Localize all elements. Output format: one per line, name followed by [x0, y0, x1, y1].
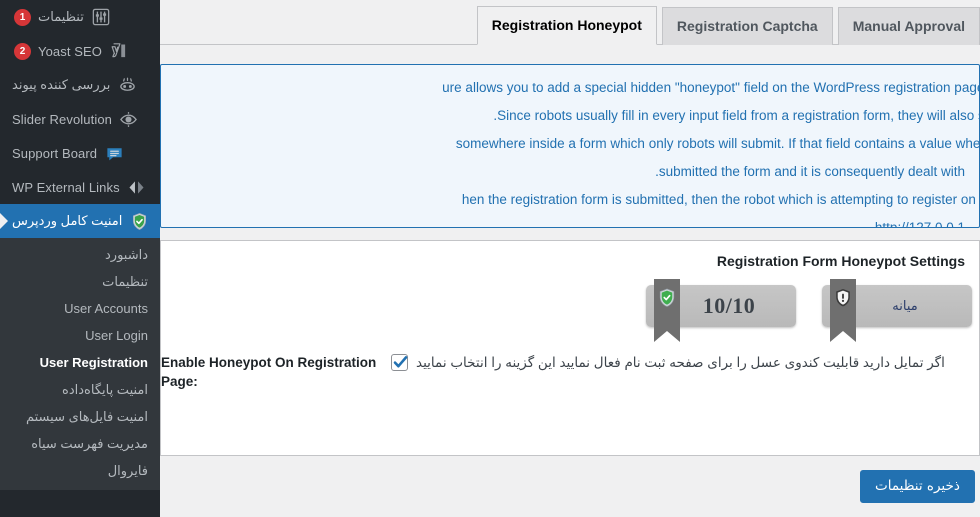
sidebar-item-label: WP External Links — [12, 179, 120, 195]
settings-sliders-icon — [91, 7, 111, 27]
sidebar-item-slider-revolution[interactable]: Slider Revolution — [0, 102, 160, 136]
enable-honeypot-field: اگر تمایل دارید قابلیت کندوی عسل را برای… — [383, 351, 965, 373]
submenu-item-user-login[interactable]: User Login — [0, 322, 160, 349]
green-shield-check-icon — [659, 288, 676, 310]
link-checker-icon — [117, 75, 137, 95]
submenu-item-settings[interactable]: تنظیمات — [0, 268, 160, 295]
sidebar-item-link-checker[interactable]: بررسی کننده پیوند — [0, 68, 160, 102]
enable-honeypot-row: Enable Honeypot On Registration Page: اگ… — [161, 327, 979, 391]
admin-sidebar: تنظیمات 1 Yoast SEO 2 بررسی کننده پیوند … — [0, 0, 160, 517]
info-notice: ure allows you to add a special hidden "… — [160, 64, 980, 228]
score-value: 10/10 — [702, 293, 756, 318]
notice-line-2: Since robots usually fill in every input… — [493, 108, 979, 123]
shield-security-icon — [129, 211, 149, 231]
score-badge: 10/10 — [646, 279, 796, 342]
tab-bar: Registration Honeypot Registration Captc… — [160, 0, 980, 45]
yoast-icon — [109, 41, 129, 61]
level-value: میانه — [892, 298, 918, 314]
enable-honeypot-description: اگر تمایل دارید قابلیت کندوی عسل را برای… — [416, 355, 945, 370]
enable-honeypot-checkbox[interactable] — [391, 354, 408, 371]
sidebar-submenu: داشبورد تنظیمات User Accounts User Login… — [0, 238, 160, 490]
sidebar-item-yoast-seo[interactable]: Yoast SEO 2 — [0, 34, 160, 68]
enable-honeypot-label: Enable Honeypot On Registration Page: — [161, 355, 377, 389]
notice-line-5: - hen the registration form is submitted… — [461, 192, 979, 207]
external-links-icon — [127, 177, 147, 197]
main-content: Registration Honeypot Registration Captc… — [160, 0, 980, 517]
sidebar-item-label: Yoast SEO — [38, 43, 103, 59]
submenu-item-user-registration[interactable]: User Registration — [0, 349, 160, 376]
gray-shield-alert-icon — [835, 288, 852, 310]
sidebar-item-wp-external-links[interactable]: WP External Links — [0, 170, 160, 204]
notification-badge: 2 — [14, 42, 31, 60]
tab-registration-honeypot[interactable]: Registration Honeypot — [476, 6, 657, 45]
submenu-item-dashboard[interactable]: داشبورد — [0, 241, 160, 268]
sidebar-item-wp-security[interactable]: امنیت کامل وردپرس — [0, 204, 160, 238]
slider-revolution-icon — [119, 109, 139, 129]
notice-line-3: somewhere inside a form which only robot… — [455, 136, 980, 151]
notice-line-6: http://127.0.0.1. — [871, 220, 965, 228]
notice-line-1: ure allows you to add a special hidden "… — [442, 80, 979, 95]
security-rank-badges: 10/10 میانه — [161, 269, 979, 342]
tab-manual-approval[interactable]: Manual Approval — [837, 7, 980, 45]
submit-bar: ذخیره تنظیمات — [160, 470, 980, 504]
ribbon-shape — [830, 279, 856, 342]
current-menu-arrow-icon — [0, 213, 8, 229]
sidebar-item-label: Slider Revolution — [12, 111, 112, 127]
sidebar-item-label: Support Board — [12, 145, 98, 161]
checkmark-icon — [393, 356, 408, 368]
admin-screen: تنظیمات 1 Yoast SEO 2 بررسی کننده پیوند … — [0, 0, 980, 517]
save-settings-button[interactable]: ذخیره تنظیمات — [860, 470, 975, 504]
sidebar-item-settings[interactable]: تنظیمات 1 — [0, 0, 160, 34]
panel-title: Registration Form Honeypot Settings — [716, 253, 965, 269]
support-board-icon — [104, 143, 124, 163]
sidebar-item-label: امنیت کامل وردپرس — [12, 213, 123, 228]
submenu-item-user-accounts[interactable]: User Accounts — [0, 295, 160, 322]
settings-panel: Registration Form Honeypot Settings 10/1… — [160, 240, 980, 456]
submenu-item-blacklist-manager[interactable]: مدیریت فهرست سیاه — [0, 430, 160, 457]
ribbon-shape — [654, 279, 680, 342]
sidebar-item-support-board[interactable]: Support Board — [0, 136, 160, 170]
submenu-item-filesystem-security[interactable]: امنیت فایل‌های سیستم — [0, 403, 160, 430]
notice-line-4: submitted the form and it is consequentl… — [655, 164, 965, 179]
submenu-item-firewall[interactable]: فایروال — [0, 457, 160, 484]
sidebar-item-label: بررسی کننده پیوند — [12, 77, 111, 92]
submenu-item-database-security[interactable]: امنیت پایگاه‌داده — [0, 376, 160, 403]
level-badge: میانه — [822, 279, 972, 342]
sidebar-item-label: تنظیمات — [38, 9, 84, 24]
tab-registration-captcha[interactable]: Registration Captcha — [661, 7, 833, 45]
notification-badge: 1 — [14, 8, 31, 26]
